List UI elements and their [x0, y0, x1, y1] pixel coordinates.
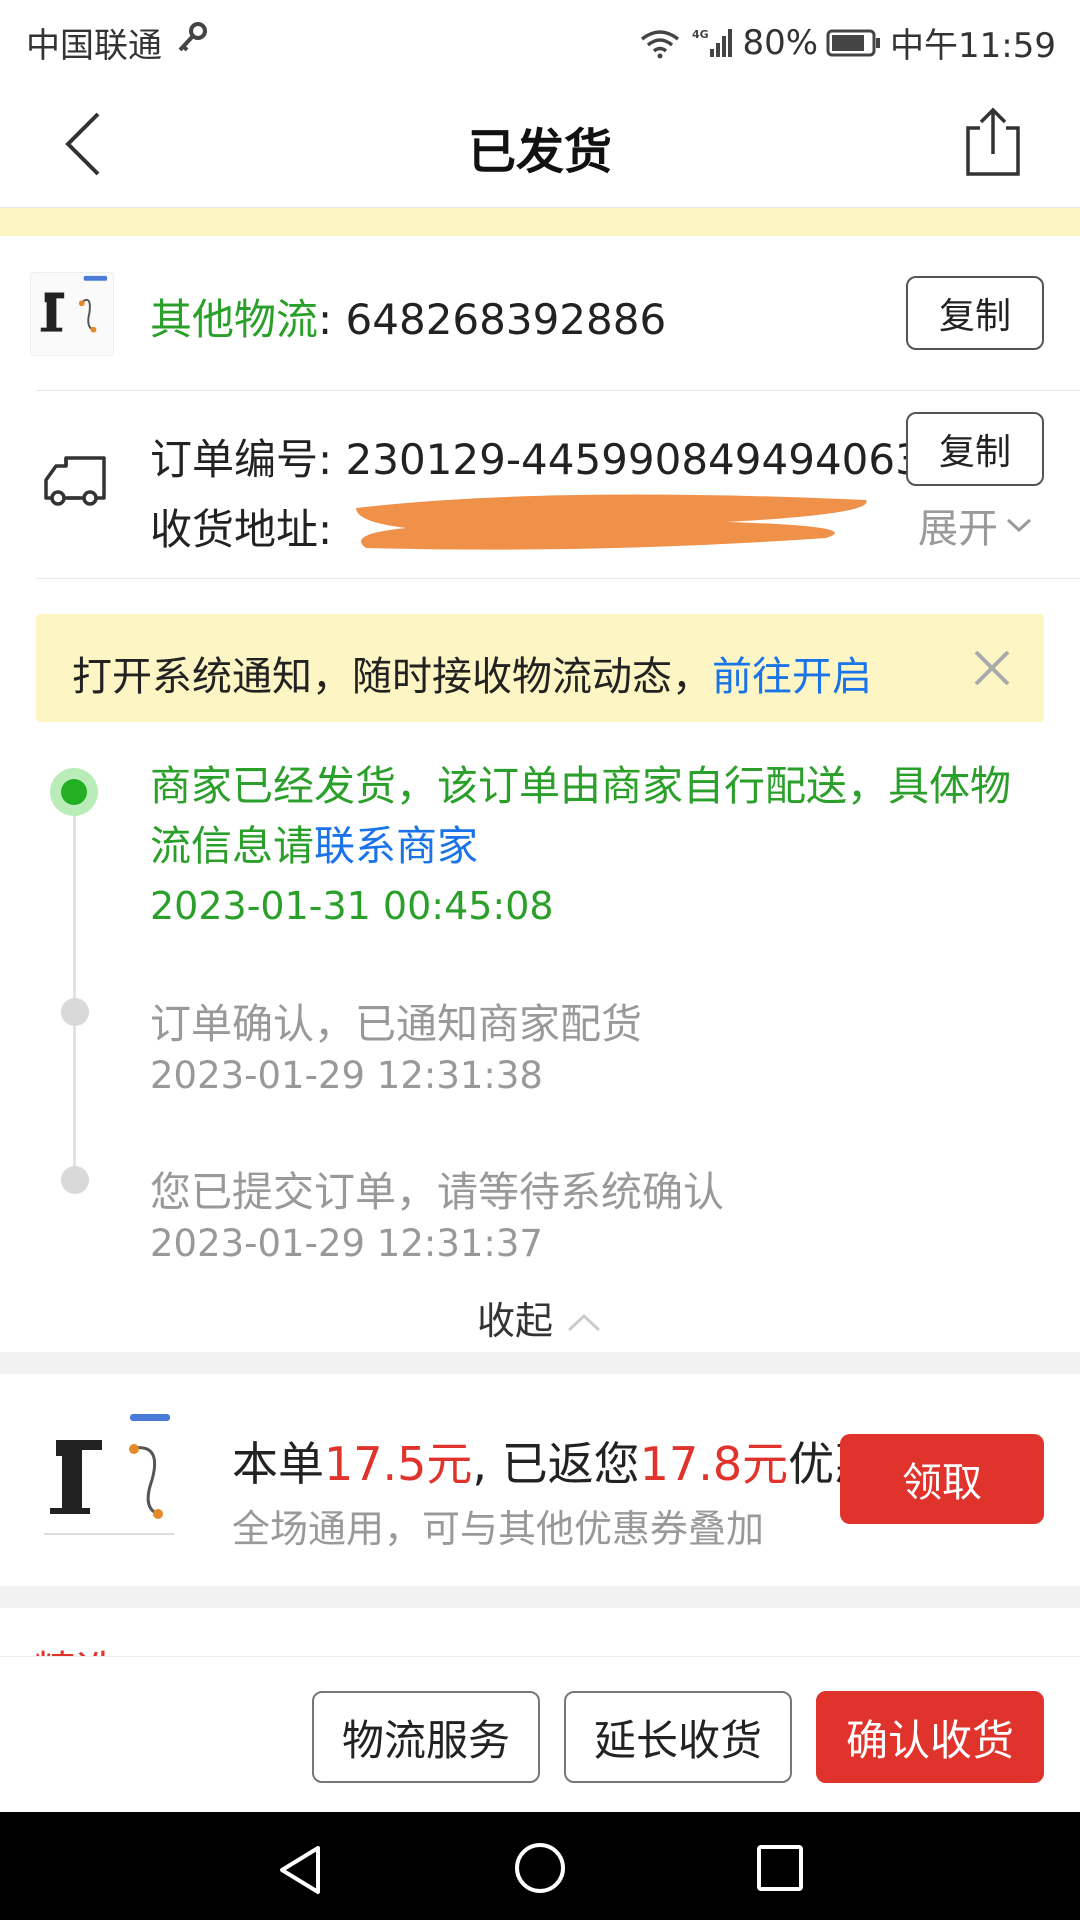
coupon-title: 本单17.5元, 已返您17.8元优惠: [232, 1428, 872, 1494]
logistics-company: 其他物流: [150, 295, 319, 344]
divider: [36, 578, 1080, 579]
order-number-value: 230129-445990849494063: [345, 435, 922, 484]
close-icon[interactable]: [970, 646, 1014, 690]
timeline-event-text: 商家已经发货，该订单由商家自行配送，具体物流信息请联系商家: [150, 756, 1030, 876]
copy-order-button[interactable]: 复制: [906, 412, 1044, 486]
nav-back-icon[interactable]: [272, 1842, 328, 1898]
page-title: 已发货: [467, 124, 612, 180]
status-indicators: 4G 80% 中午11:59: [638, 18, 1056, 67]
battery-icon: [826, 29, 881, 56]
notification-message: 打开系统通知，随时接收物流动态，: [72, 654, 712, 700]
expand-label: 展开: [918, 506, 998, 552]
timeline-event-time: 2023-01-29 12:31:37: [150, 1222, 543, 1265]
coupon-product-image: [34, 1404, 184, 1554]
expand-address-button[interactable]: 展开: [918, 496, 1034, 554]
nav-recent-apps-icon[interactable]: [754, 1842, 806, 1894]
notification-banner: 打开系统通知，随时接收物流动态，前往开启: [36, 614, 1044, 722]
timeline-event-text: 订单确认，已通知商家配货: [150, 1000, 642, 1048]
share-icon[interactable]: [960, 102, 1026, 182]
order-number-label: 订单编号:: [150, 435, 346, 484]
timeline-event-message: 商家已经发货，该订单由商家自行配送，具体物流信息请: [150, 762, 1011, 870]
key-icon: [178, 22, 207, 52]
nav-home-icon[interactable]: [512, 1840, 568, 1896]
timeline-event-text: 您已提交订单，请等待系统确认: [150, 1168, 724, 1216]
order-amount: 17.5元: [324, 1437, 473, 1491]
collapse-label: 收起: [476, 1299, 553, 1343]
tracking-number: 648268392886: [345, 295, 667, 344]
coupon-card: 本单17.5元, 已返您17.8元优惠 全场通用，可与其他优惠券叠加 领取: [0, 1374, 1080, 1586]
notification-text: 打开系统通知，随时接收物流动态，前往开启: [72, 644, 872, 702]
address-label: 收货地址:: [150, 505, 333, 554]
battery-percent: 80%: [742, 22, 819, 63]
timeline-dot-active: [50, 768, 98, 816]
timeline-event-time: 2023-01-29 12:31:38: [150, 1054, 543, 1097]
enable-notifications-link[interactable]: 前往开启: [712, 654, 872, 700]
timeline-line: [73, 800, 76, 1180]
bottom-action-bar: 物流服务 延长收货 确认收货: [0, 1656, 1080, 1812]
collapse-timeline-button[interactable]: 收起: [0, 1290, 1080, 1345]
order-info-row: 订单编号: 230129-445990849494063 复制 收货地址: 展开: [0, 390, 1080, 578]
chevron-up-icon: [568, 1313, 601, 1332]
logistics-service-button[interactable]: 物流服务: [312, 1691, 540, 1783]
header: 已发货: [0, 76, 1080, 208]
claim-coupon-button[interactable]: 领取: [840, 1434, 1044, 1524]
clock: 中午11:59: [890, 26, 1056, 66]
section-gap: [0, 1352, 1080, 1374]
wifi-icon: [641, 29, 680, 58]
tracking-row: 其他物流: 648268392886 复制: [0, 236, 1080, 390]
signal-icon: 4G: [692, 28, 733, 57]
contact-merchant-link[interactable]: 联系商家: [314, 822, 478, 870]
tracking-info: 其他物流: 648268392886: [150, 286, 666, 347]
network-type: 4G: [692, 28, 709, 41]
tracking-separator: :: [318, 295, 346, 344]
timeline-event-time: 2023-01-31 00:45:08: [150, 884, 554, 928]
shipping-address: 收货地址:: [150, 496, 332, 557]
truck-icon: [44, 456, 106, 506]
product-thumbnail[interactable]: [30, 272, 114, 356]
coupon-subtitle: 全场通用，可与其他优惠券叠加: [232, 1507, 765, 1551]
redaction-scribble: [356, 494, 867, 550]
status-bar: 中国联通 4G 80% 中午11:59: [0, 0, 1080, 76]
coupon-amount: 17.8元: [639, 1437, 789, 1491]
promo-strip: [0, 208, 1080, 236]
timeline-dot: [61, 998, 89, 1026]
extend-receipt-button[interactable]: 延长收货: [564, 1691, 792, 1783]
carrier-name: 中国联通: [26, 26, 162, 66]
timeline-dot: [61, 1166, 89, 1194]
system-nav-bar: [0, 1812, 1080, 1920]
coupon-title-prefix: 本单: [232, 1437, 324, 1491]
confirm-receipt-button[interactable]: 确认收货: [816, 1691, 1044, 1783]
section-gap: [0, 1586, 1080, 1608]
copy-tracking-button[interactable]: 复制: [906, 276, 1044, 350]
coupon-title-mid: , 已返您: [472, 1437, 640, 1491]
chevron-down-icon: [1006, 518, 1032, 533]
